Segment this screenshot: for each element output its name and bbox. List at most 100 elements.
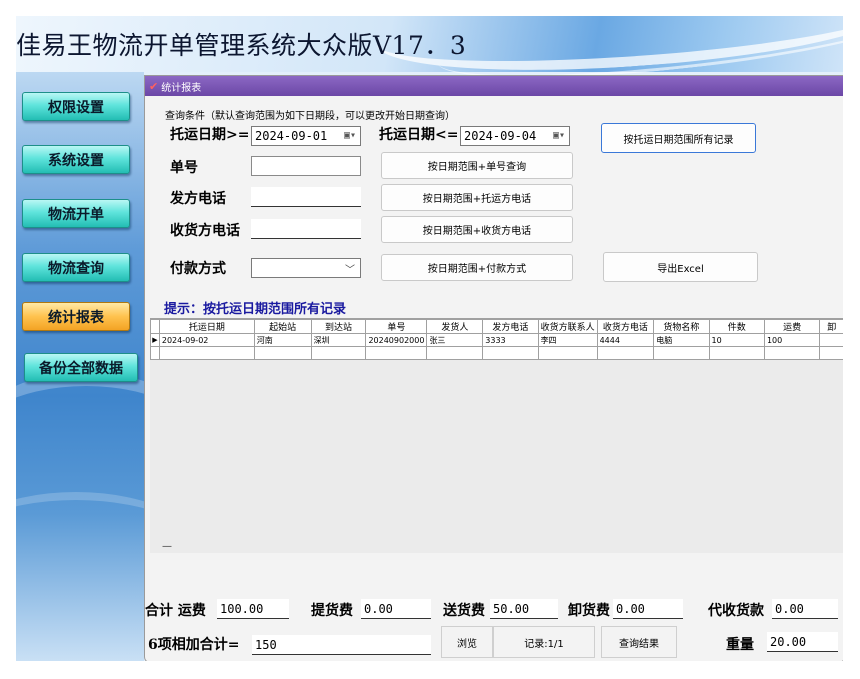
column-header[interactable]: 货物名称 (653, 319, 710, 334)
column-header[interactable]: 托运日期 (158, 319, 255, 334)
delivery-fee-field[interactable]: 50.00 (490, 599, 558, 619)
table-cell[interactable]: 张三 (426, 333, 484, 347)
report-panel: ✔ 统计报表 查询条件（默认查询范围为如下日期段，可以更改开始日期查询） 托运日… (144, 75, 843, 661)
query-by-receiver-phone-button[interactable]: 按日期范围+收货方电话 (381, 216, 573, 243)
table-cell[interactable]: 李四 (537, 333, 598, 347)
column-header[interactable]: 到达站 (310, 319, 367, 334)
column-header[interactable]: 卸 (819, 319, 843, 334)
pickup-fee-field[interactable]: 0.00 (361, 599, 431, 619)
row-indicator-cell (150, 346, 160, 360)
panel-header: ✔ 统计报表 (145, 76, 843, 96)
delivery-fee-label: 送货费 (443, 603, 485, 619)
sender-phone-label: 发方电话 (170, 191, 226, 207)
calendar-icon[interactable]: ▣▾ (344, 130, 356, 141)
column-header[interactable]: 收货方联系人 (537, 319, 598, 334)
receiver-phone-label: 收货方电话 (170, 223, 240, 239)
query-by-order-no-button[interactable]: 按日期范围+单号查询 (381, 152, 573, 179)
hint-text: 提示：按托运日期范围所有记录 (164, 302, 347, 317)
table-header-row: 托运日期 起始站 到达站 单号 发货人 发方电话 收货方联系人 收货方电话 货物… (150, 319, 843, 334)
sidebar: 权限设置 系统设置 物流开单 物流查询 统计报表 备份全部数据 (16, 72, 216, 661)
table-cell (763, 346, 821, 360)
receiver-phone-input[interactable] (251, 219, 361, 239)
table-cell[interactable]: 100 (763, 333, 821, 347)
total-freight-label: 合计 运费 (145, 603, 206, 619)
order-no-label: 单号 (170, 160, 198, 176)
table-cell (310, 346, 367, 360)
six-sum-field[interactable]: 150 (252, 635, 431, 655)
panel-title: 统计报表 (161, 82, 202, 94)
all-in-range-button[interactable]: 按托运日期范围所有记录 (601, 123, 756, 153)
nav-logistics-order[interactable]: 物流开单 (22, 199, 130, 228)
table-cell (253, 346, 312, 360)
date-from-value: 2024-09-01 (255, 129, 328, 143)
table-cell[interactable]: 河南 (253, 333, 312, 347)
column-header[interactable]: 发货人 (426, 319, 484, 334)
date-to-value: 2024-09-04 (464, 129, 537, 143)
cod-field[interactable]: 0.00 (772, 599, 838, 619)
table-cell (365, 346, 428, 360)
nav-logistics-query[interactable]: 物流查询 (22, 253, 130, 282)
table-cell (482, 346, 539, 360)
date-from-picker[interactable]: 2024-09-01 ▣▾ (251, 126, 361, 146)
column-header[interactable]: 单号 (365, 319, 428, 334)
report-icon: ✔ (149, 79, 159, 93)
column-header[interactable]: 起始站 (253, 319, 312, 334)
six-sum-label: 6项相加合计= (148, 637, 240, 653)
column-header[interactable]: 发方电话 (482, 319, 539, 334)
table-cell[interactable]: 2024-09-02 (158, 333, 255, 347)
browse-button[interactable]: 浏览 (441, 626, 493, 658)
table-row-empty (150, 346, 843, 360)
table-cell[interactable] (819, 333, 843, 347)
table-cell (537, 346, 598, 360)
table-cell[interactable]: 20240902000 (365, 333, 428, 347)
nav-permission-settings[interactable]: 权限设置 (22, 92, 130, 121)
chevron-down-icon[interactable]: ﹀ (345, 261, 355, 276)
unload-fee-label: 卸货费 (568, 603, 610, 619)
payment-select[interactable]: ﹀ (251, 258, 361, 278)
table-cell (653, 346, 710, 360)
records-grid[interactable]: 托运日期 起始站 到达站 单号 发货人 发方电话 收货方联系人 收货方电话 货物… (150, 318, 843, 553)
nav-system-settings[interactable]: 系统设置 (22, 145, 130, 174)
table-cell (158, 346, 255, 360)
date-to-picker[interactable]: 2024-09-04 ▣▾ (460, 126, 570, 146)
query-by-sender-phone-button[interactable]: 按日期范围+托运方电话 (381, 184, 573, 211)
calendar-icon[interactable]: ▣▾ (553, 130, 565, 141)
table-cell[interactable]: 深圳 (310, 333, 367, 347)
cod-label: 代收货款 (708, 603, 764, 619)
nav-statistics-report[interactable]: 统计报表 (22, 302, 130, 331)
title-banner: 佳易王物流开单管理系统大众版V17．3 (16, 16, 843, 94)
query-note: 查询条件（默认查询范围为如下日期段，可以更改开始日期查询） (165, 111, 455, 122)
table-cell[interactable]: 10 (708, 333, 765, 347)
export-excel-button[interactable]: 导出Excel (603, 252, 758, 282)
app-title: 佳易王物流开单管理系统大众版V17．3 (16, 31, 467, 60)
table-cell (819, 346, 843, 360)
row-pointer-icon: ▶ (150, 333, 160, 347)
table-cell (596, 346, 655, 360)
pickup-fee-label: 提货费 (311, 603, 353, 619)
table-cell (426, 346, 484, 360)
nav-backup-all-data[interactable]: 备份全部数据 (24, 353, 138, 382)
total-freight-field[interactable]: 100.00 (217, 599, 289, 619)
records-table: 托运日期 起始站 到达站 单号 发货人 发方电话 收货方联系人 收货方电话 货物… (150, 319, 843, 360)
table-row[interactable]: ▶ 2024-09-02 河南 深圳 20240902000 张三 3333 李… (150, 333, 843, 347)
order-no-input[interactable] (251, 156, 361, 176)
date-to-label: 托运日期<= (379, 127, 459, 143)
column-header[interactable]: 运费 (763, 319, 821, 334)
table-cell[interactable]: 电脑 (653, 333, 710, 347)
record-counter: 记录:1/1 (493, 626, 595, 658)
table-cell[interactable]: 3333 (482, 333, 539, 347)
table-cell[interactable]: 4444 (596, 333, 655, 347)
query-result-button[interactable]: 查询结果 (601, 626, 677, 658)
query-by-payment-button[interactable]: 按日期范围+付款方式 (381, 254, 573, 281)
unload-fee-field[interactable]: 0.00 (613, 599, 683, 619)
sender-phone-input[interactable] (251, 187, 361, 207)
payment-label: 付款方式 (170, 261, 226, 277)
date-from-label: 托运日期>= (170, 127, 250, 143)
row-indicator-header (150, 319, 160, 334)
weight-field[interactable]: 20.00 (767, 632, 838, 652)
column-header[interactable]: 件数 (708, 319, 765, 334)
column-header[interactable]: 收货方电话 (596, 319, 655, 334)
weight-label: 重量 (726, 637, 754, 653)
grid-footer-dash: — (162, 541, 172, 552)
table-cell (708, 346, 765, 360)
